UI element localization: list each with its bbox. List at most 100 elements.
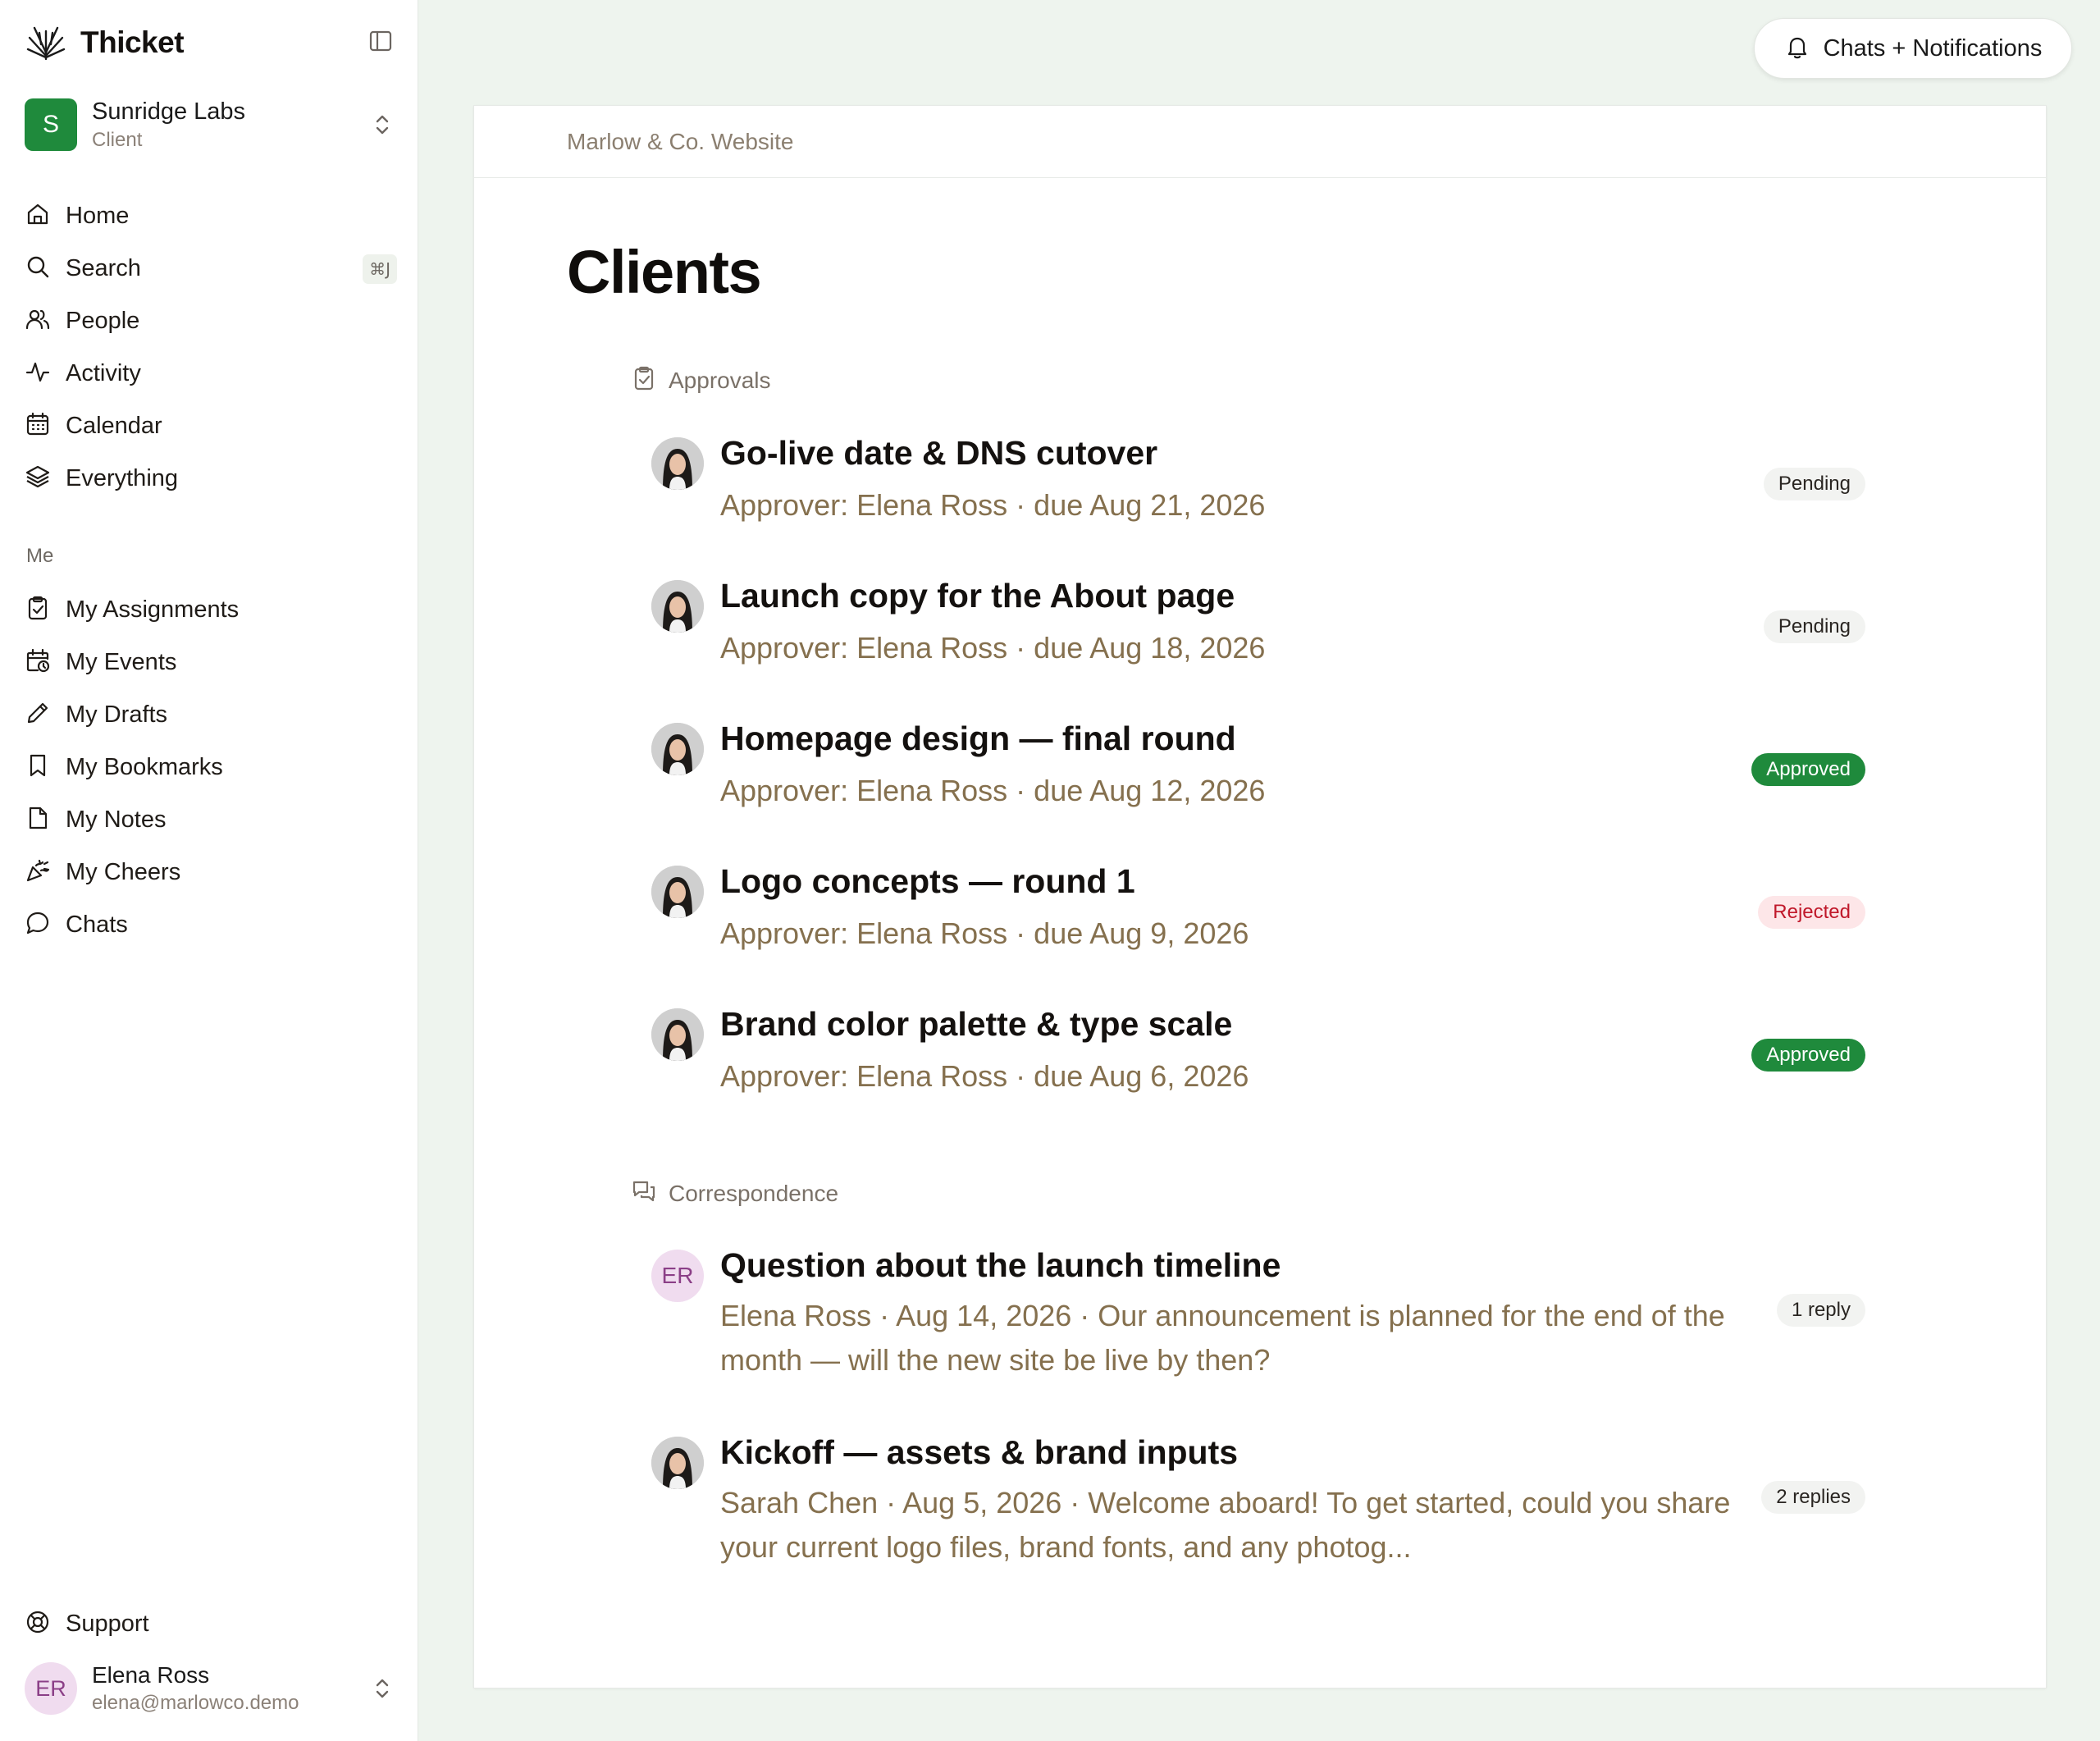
approval-title: Launch copy for the About page [720, 577, 1235, 615]
approval-subtitle: Approver: Elena Ross · due Aug 21, 2026 [720, 488, 1266, 522]
correspondence-row[interactable]: ER Question about the launch timeline El… [651, 1246, 1865, 1386]
avatar [651, 580, 704, 633]
clipboard-check-icon [25, 595, 51, 625]
approval-title: Go-live date & DNS cutover [720, 434, 1158, 472]
avatar [651, 437, 704, 490]
nav-label: My Events [66, 648, 177, 675]
nav-item-my-bookmarks[interactable]: My Bookmarks [25, 741, 397, 793]
correspondence-preview: Sarah Chen · Aug 5, 2026 · Welcome aboar… [720, 1486, 1731, 1564]
nav-label: Everything [66, 464, 179, 491]
group-label: Correspondence [669, 1180, 839, 1206]
chats-notifications-button[interactable]: Chats + Notifications [1754, 18, 2072, 79]
avatar: ER [25, 1662, 77, 1715]
nav-item-people[interactable]: People [25, 295, 397, 347]
avatar: ER [651, 1250, 704, 1302]
nav-item-my-cheers[interactable]: My Cheers [25, 846, 397, 898]
calendar-clock-icon [25, 647, 51, 678]
user-menu[interactable]: ER Elena Ross elena@marlowco.demo [25, 1661, 397, 1716]
correspondence-title: Kickoff — assets & brand inputs [720, 1433, 1239, 1471]
bell-icon [1784, 34, 1810, 64]
chat-bubbles-icon [631, 1178, 657, 1209]
breadcrumb[interactable]: Marlow & Co. Website [567, 129, 793, 155]
approval-row[interactable]: Logo concepts — round 1 Approver: Elena … [651, 862, 1865, 961]
nav-item-home[interactable]: Home [25, 190, 397, 242]
nav-item-everything[interactable]: Everything [25, 452, 397, 505]
nav-label: Support [66, 1610, 149, 1637]
bookmark-icon [25, 752, 51, 783]
chevron-up-down-icon [368, 110, 397, 139]
nav-label: My Assignments [66, 596, 240, 623]
sidebar-bottom: Support [25, 1597, 397, 1650]
status-badge: Rejected [1758, 896, 1865, 929]
workspace-role: Client [92, 128, 143, 151]
reply-count-badge: 2 replies [1761, 1481, 1865, 1514]
status-badge: Approved [1751, 753, 1865, 786]
avatar [651, 1437, 704, 1489]
thicket-logo-icon [25, 20, 67, 66]
correspondence-header: Correspondence [631, 1178, 838, 1209]
group-label: Approvals [669, 367, 771, 393]
nav-item-my-assignments[interactable]: My Assignments [25, 583, 397, 636]
nav-item-calendar[interactable]: Calendar [25, 400, 397, 452]
home-icon [25, 201, 51, 231]
nav-item-chats[interactable]: Chats [25, 898, 397, 951]
nav-label: Search [66, 254, 141, 281]
notifications-label: Chats + Notifications [1823, 34, 2043, 62]
nav-label: Activity [66, 359, 141, 386]
main-card: Marlow & Co. Website Clients Approvals G… [473, 105, 2047, 1688]
approval-row[interactable]: Launch copy for the About page Approver:… [651, 577, 1865, 675]
calendar-icon [25, 411, 51, 441]
correspondence-row[interactable]: Kickoff — assets & brand inputs Sarah Ch… [651, 1433, 1865, 1573]
nav-label: Chats [66, 911, 128, 938]
me-nav: My Assignments My Events My Drafts My Bo… [25, 583, 397, 951]
nav-item-my-events[interactable]: My Events [25, 636, 397, 688]
nav-label: My Drafts [66, 701, 168, 728]
approval-row[interactable]: Go-live date & DNS cutover Approver: Ele… [651, 434, 1865, 532]
correspondence-preview: Elena Ross · Aug 14, 2026 · Our announce… [720, 1299, 1725, 1377]
nav-item-my-drafts[interactable]: My Drafts [25, 688, 397, 741]
sidebar-toggle-icon [368, 28, 394, 58]
approval-subtitle: Approver: Elena Ross · due Aug 12, 2026 [720, 774, 1266, 807]
sidebar: Thicket S Sunridge Labs Client Home Sear… [0, 0, 418, 1741]
avatar [651, 866, 704, 918]
nav-item-support[interactable]: Support [25, 1597, 397, 1650]
status-badge: Approved [1751, 1039, 1865, 1072]
workspace-name: Sunridge Labs [92, 98, 246, 125]
lifebuoy-icon [25, 1609, 51, 1639]
approval-title: Homepage design — final round [720, 720, 1236, 757]
status-badge: Pending [1763, 610, 1865, 643]
user-name: Elena Ross [92, 1662, 210, 1688]
nav-item-activity[interactable]: Activity [25, 347, 397, 400]
reply-count-badge: 1 reply [1776, 1294, 1865, 1327]
status-badge: Pending [1763, 468, 1865, 500]
approvals-header: Approvals [631, 365, 771, 395]
chevron-up-down-icon [368, 1674, 397, 1703]
correspondence-title: Question about the launch timeline [720, 1246, 1281, 1284]
avatar [651, 723, 704, 775]
collapse-sidebar-button[interactable] [366, 28, 395, 57]
breadcrumb-bar: Marlow & Co. Website [474, 106, 2046, 178]
search-shortcut: ⌘J [363, 254, 397, 284]
activity-icon [25, 359, 51, 389]
brand[interactable]: Thicket [25, 18, 185, 67]
search-icon [25, 254, 51, 284]
app-root: Thicket S Sunridge Labs Client Home Sear… [0, 0, 2100, 1741]
nav-label: Calendar [66, 412, 162, 439]
workspace-switcher[interactable]: S Sunridge Labs Client [25, 97, 397, 153]
nav-item-search[interactable]: Search ⌘J [25, 242, 397, 295]
clipboard-check-icon [631, 365, 657, 395]
workspace-avatar: S [25, 98, 77, 151]
nav-item-my-notes[interactable]: My Notes [25, 793, 397, 846]
approval-title: Brand color palette & type scale [720, 1005, 1233, 1043]
approval-row[interactable]: Brand color palette & type scale Approve… [651, 1005, 1865, 1104]
user-email: elena@marlowco.demo [92, 1692, 299, 1714]
nav-label: People [66, 307, 140, 334]
nav-label: My Cheers [66, 858, 181, 885]
pencil-icon [25, 700, 51, 730]
nav-label: Home [66, 202, 130, 229]
primary-nav: Home Search ⌘J People Activity Calendar … [25, 190, 397, 505]
approval-subtitle: Approver: Elena Ross · due Aug 18, 2026 [720, 631, 1266, 665]
approval-row[interactable]: Homepage design — final round Approver: … [651, 720, 1865, 818]
chat-bubble-icon [25, 910, 51, 940]
approval-subtitle: Approver: Elena Ross · due Aug 6, 2026 [720, 1059, 1249, 1093]
